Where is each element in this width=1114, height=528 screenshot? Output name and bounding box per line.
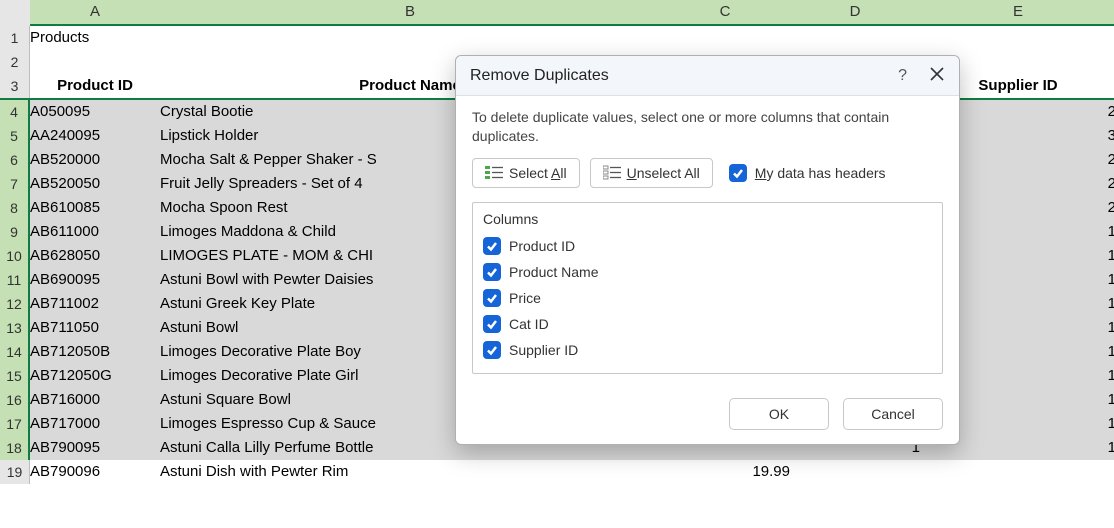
cancel-button[interactable]: Cancel xyxy=(843,398,943,430)
select-all-icon xyxy=(485,165,503,181)
select-all-label: Select All xyxy=(509,165,567,181)
unselect-all-icon xyxy=(603,165,621,181)
column-checkbox-product-name[interactable]: Product Name xyxy=(483,259,932,285)
unselect-all-button[interactable]: Unselect All xyxy=(590,158,713,188)
checkbox-icon[interactable] xyxy=(483,237,501,255)
column-checkbox-product-id[interactable]: Product ID xyxy=(483,233,932,259)
headers-checkbox-row[interactable]: My data has headers xyxy=(729,164,886,182)
column-label: Price xyxy=(509,290,541,306)
ok-button[interactable]: OK xyxy=(729,398,829,430)
columns-listbox: Columns Product ID Product Name Price Cat I… xyxy=(472,202,943,374)
checkbox-icon[interactable] xyxy=(483,263,501,281)
column-label: Supplier ID xyxy=(509,342,578,358)
columns-label: Columns xyxy=(483,211,932,227)
checkbox-icon[interactable] xyxy=(483,341,501,359)
column-label: Product ID xyxy=(509,238,575,254)
dialog-titlebar: Remove Duplicates ? xyxy=(456,56,959,96)
column-checkbox-price[interactable]: Price xyxy=(483,285,932,311)
column-label: Product Name xyxy=(509,264,598,280)
remove-duplicates-dialog: Remove Duplicates ? To delete duplicate … xyxy=(455,55,960,445)
dialog-description: To delete duplicate values, select one o… xyxy=(472,108,943,146)
unselect-all-label: Unselect All xyxy=(627,165,700,181)
column-checkbox-cat-id[interactable]: Cat ID xyxy=(483,311,932,337)
select-all-button[interactable]: Select All xyxy=(472,158,580,188)
headers-checkbox-label: My data has headers xyxy=(755,165,886,181)
column-label: Cat ID xyxy=(509,316,549,332)
column-checkbox-supplier-id[interactable]: Supplier ID xyxy=(483,337,932,363)
headers-checkbox[interactable] xyxy=(729,164,747,182)
checkbox-icon[interactable] xyxy=(483,315,501,333)
help-button[interactable]: ? xyxy=(898,67,907,85)
checkbox-icon[interactable] xyxy=(483,289,501,307)
dialog-title: Remove Duplicates xyxy=(470,67,898,85)
close-button[interactable] xyxy=(929,66,945,85)
close-icon xyxy=(929,69,945,85)
